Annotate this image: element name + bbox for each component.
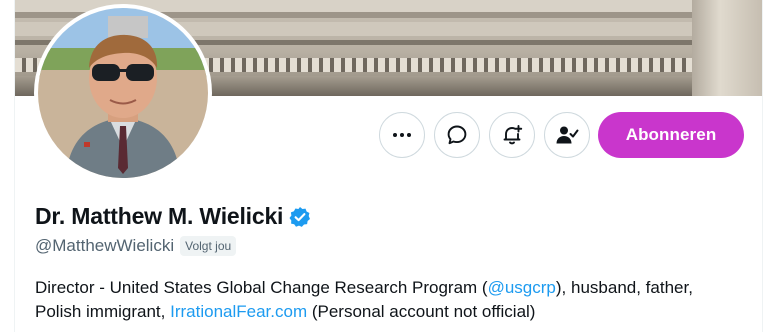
bio-text: Director - United States Global Change R… [35, 278, 488, 297]
avatar[interactable] [34, 4, 212, 182]
message-button[interactable] [434, 112, 480, 158]
verified-badge-icon[interactable] [289, 206, 311, 228]
handle-row: @MatthewWielicki Volgt jou [35, 236, 237, 256]
more-button[interactable] [379, 112, 425, 158]
username-handle: @MatthewWielicki [35, 236, 175, 255]
subscribe-button[interactable]: Abonneren [598, 112, 744, 158]
bio: Director - United States Global Change R… [35, 276, 735, 324]
following-button[interactable] [544, 112, 590, 158]
message-icon [447, 125, 467, 145]
notify-icon [503, 125, 523, 145]
following-icon [556, 126, 579, 144]
name-row: Dr. Matthew M. Wielicki [35, 203, 311, 230]
display-name: Dr. Matthew M. Wielicki [35, 203, 284, 229]
more-icon [393, 133, 411, 137]
follows-you-badge: Volgt jou [180, 236, 237, 256]
bio-text: (Personal account not official) [307, 302, 536, 321]
mention-link[interactable]: @usgcrp [488, 278, 556, 297]
right-divider [762, 0, 763, 332]
profile-header: Abonneren Dr. Matthew M. Wielicki @Matth… [0, 0, 776, 332]
website-link[interactable]: IrrationalFear.com [170, 302, 307, 321]
notifications-button[interactable] [489, 112, 535, 158]
